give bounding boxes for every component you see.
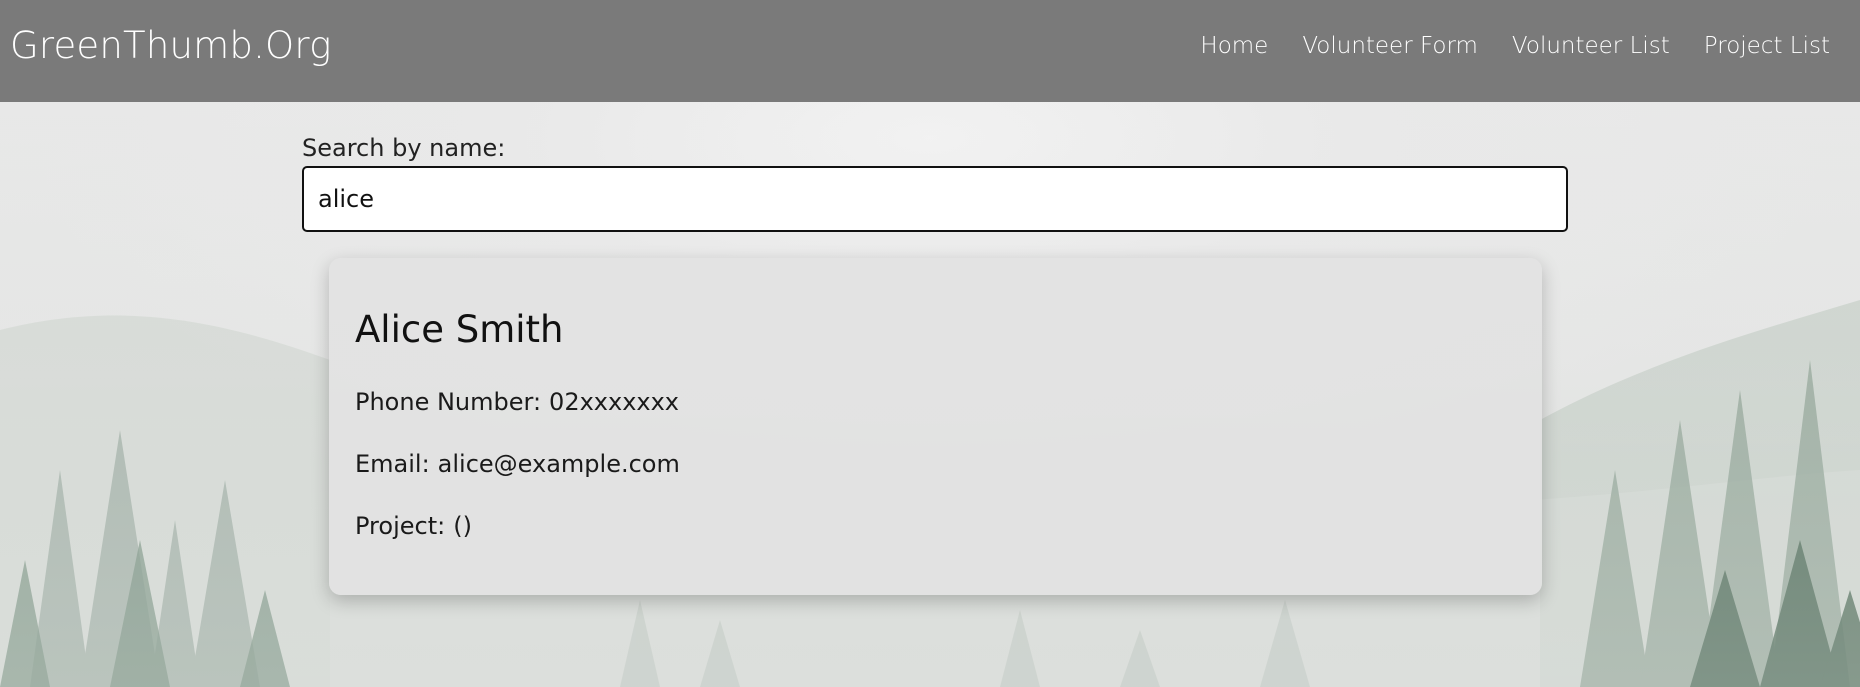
brand-logo-link[interactable]: GreenThumb.Org bbox=[10, 24, 332, 67]
project-value: () bbox=[453, 512, 472, 540]
phone-label: Phone Number: bbox=[355, 388, 542, 416]
search-label: Search by name: bbox=[302, 134, 506, 162]
nav-link-volunteer-form[interactable]: Volunteer Form bbox=[1302, 33, 1478, 59]
nav-link-project-list[interactable]: Project List bbox=[1704, 33, 1830, 59]
search-input[interactable] bbox=[302, 166, 1568, 232]
project-row: Project:() bbox=[355, 512, 472, 540]
nav-link-home[interactable]: Home bbox=[1200, 33, 1268, 59]
volunteer-result-card: Alice Smith Phone Number: 02xxxxxxx Email… bbox=[329, 258, 1542, 595]
phone-row: Phone Number: 02xxxxxxx bbox=[355, 388, 679, 416]
project-label: Project: bbox=[355, 512, 446, 540]
email-value: alice@example.com bbox=[437, 450, 680, 478]
nav-link-volunteer-list[interactable]: Volunteer List bbox=[1512, 33, 1670, 59]
phone-value: 02xxxxxxx bbox=[549, 388, 680, 416]
volunteer-name: Alice Smith bbox=[355, 308, 564, 351]
nav-links: Home Volunteer Form Volunteer List Proje… bbox=[1200, 33, 1830, 59]
email-row: Email: alice@example.com bbox=[355, 450, 680, 478]
email-label: Email: bbox=[355, 450, 430, 478]
navbar: GreenThumb.Org Home Volunteer Form Volun… bbox=[0, 0, 1860, 102]
